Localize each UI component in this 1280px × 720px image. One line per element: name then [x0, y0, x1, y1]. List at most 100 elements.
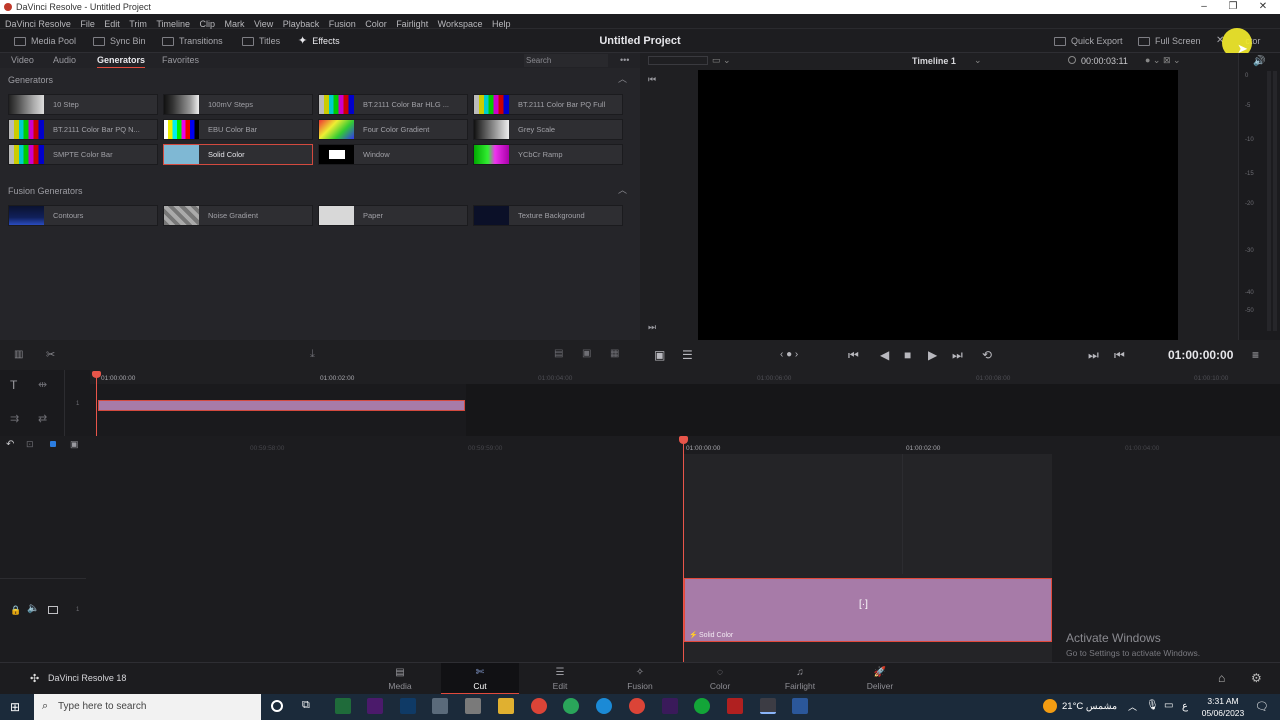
go-to-end-icon[interactable]: ⏭: [1088, 348, 1099, 362]
generator-tile[interactable]: YCbCr Ramp: [473, 144, 623, 165]
snap-icon[interactable]: ↶: [6, 439, 14, 450]
generator-tile[interactable]: EBU Color Bar: [163, 119, 313, 140]
viewer-mode-icons[interactable]: [648, 56, 708, 65]
full-screen-button[interactable]: Full Screen: [1138, 29, 1201, 53]
word-icon[interactable]: [792, 698, 808, 714]
upwork-icon[interactable]: [694, 698, 710, 714]
smart-insert-icon[interactable]: ▤: [554, 348, 563, 359]
lower-playhead[interactable]: [683, 440, 684, 662]
link-icon[interactable]: ⊡: [26, 439, 34, 450]
close-button[interactable]: ✕: [1250, 0, 1276, 14]
fusion-generator-tile[interactable]: Paper: [318, 205, 468, 226]
loop-button[interactable]: ⟲: [982, 348, 992, 362]
page-edit[interactable]: ☰ Edit: [521, 663, 599, 695]
generator-tile[interactable]: Four Color Gradient: [318, 119, 468, 140]
upper-ruler[interactable]: [90, 370, 1280, 384]
language-indicator[interactable]: ع: [1182, 701, 1188, 712]
settings-gear-icon[interactable]: ⚙: [1251, 671, 1262, 685]
options-menu-icon[interactable]: ≡: [1252, 348, 1259, 362]
search-input[interactable]: Search: [524, 54, 608, 67]
taskbar-search-input[interactable]: ⌕ Type here to search: [34, 694, 261, 720]
cortana-icon[interactable]: [271, 700, 283, 712]
insert-icon[interactable]: ⤓: [310, 348, 315, 361]
edge-icon[interactable]: [596, 698, 612, 714]
generator-tile-solid-color[interactable]: Solid Color: [163, 144, 313, 165]
append-icon[interactable]: ▣: [582, 348, 591, 359]
windows-start-icon[interactable]: ⊞: [10, 700, 20, 714]
generator-tile[interactable]: Window: [318, 144, 468, 165]
clock-time[interactable]: 3:31 AM: [1198, 696, 1248, 706]
audition-icon[interactable]: [335, 698, 351, 714]
tab-video[interactable]: Video: [11, 53, 34, 68]
prev-edit-icon[interactable]: ⏮: [648, 74, 656, 85]
upper-playhead[interactable]: [96, 372, 97, 436]
smart-indicator-icon[interactable]: ▥: [14, 349, 23, 360]
effects-button[interactable]: ✦ Effects: [298, 29, 340, 53]
photoshop-icon[interactable]: [400, 698, 416, 714]
app-icon[interactable]: [563, 698, 579, 714]
usb-icon[interactable]: [465, 698, 481, 714]
chrome-profile-icon[interactable]: [629, 698, 645, 714]
generator-tile[interactable]: BT.2111 Color Bar PQ Full: [473, 94, 623, 115]
minimize-button[interactable]: –: [1191, 0, 1217, 14]
davinci-taskbar-icon[interactable]: [760, 698, 776, 714]
video-toggle-icon[interactable]: [48, 606, 58, 614]
fusion-generator-tile[interactable]: Contours: [8, 205, 158, 226]
file-explorer-icon[interactable]: [498, 698, 514, 714]
track-tool-2-icon[interactable]: ⇄: [38, 412, 47, 425]
scissors-icon[interactable]: ✂: [46, 348, 55, 361]
track-tool-icon[interactable]: ⇉: [10, 412, 19, 425]
page-fairlight[interactable]: ♫ Fairlight: [761, 663, 839, 695]
collapse-chevron-icon[interactable]: ︿: [618, 183, 627, 196]
audio-track-icon[interactable]: ▣: [70, 439, 79, 450]
play-button[interactable]: ▶: [928, 348, 937, 362]
skip-forward-button[interactable]: ⏭: [952, 348, 963, 362]
page-cut[interactable]: ✄ Cut: [441, 663, 519, 695]
transitions-button[interactable]: Transitions: [162, 29, 223, 53]
title-tool-icon[interactable]: T: [10, 378, 17, 392]
generator-tile[interactable]: 10 Step: [8, 94, 158, 115]
collapse-chevron-icon[interactable]: ︿: [618, 72, 627, 85]
timeline-dropdown-icon[interactable]: ⌄: [974, 55, 982, 66]
viewer-options-icon[interactable]: ● ⌄ ⊠ ⌄: [1145, 55, 1181, 66]
task-view-icon[interactable]: ⧉: [302, 699, 310, 712]
go-to-start-icon[interactable]: ⏮: [1114, 348, 1125, 362]
premiere-pro-icon[interactable]: [662, 698, 678, 714]
upper-playhead-handle[interactable]: [92, 371, 101, 378]
recorder-icon[interactable]: [727, 698, 743, 714]
calculator-icon[interactable]: [432, 698, 448, 714]
source-viewer-icon[interactable]: ▣: [654, 348, 665, 362]
generator-tile[interactable]: Grey Scale: [473, 119, 623, 140]
skip-back-button[interactable]: ⏮: [848, 348, 859, 362]
solid-color-clip[interactable]: [·] ⚡ Solid Color: [684, 578, 1052, 642]
overview-clip[interactable]: [98, 400, 465, 411]
tab-generators[interactable]: Generators: [97, 53, 146, 68]
play-reverse-button[interactable]: ◀: [880, 348, 889, 362]
weather-text[interactable]: 21°C مشمس: [1062, 701, 1117, 712]
settings-sliders-icon[interactable]: ☰: [682, 348, 693, 362]
microphone-icon[interactable]: 🎙: [1146, 700, 1159, 711]
weather-sun-icon[interactable]: [1043, 699, 1057, 713]
chrome-icon[interactable]: [531, 698, 547, 714]
trim-tool-icon[interactable]: ⇹: [38, 378, 47, 391]
lower-playhead-handle[interactable]: [679, 436, 688, 444]
media-pool-button[interactable]: Media Pool: [14, 29, 76, 53]
clock-date[interactable]: 05/06/2023: [1198, 708, 1248, 718]
sync-bin-button[interactable]: Sync Bin: [93, 29, 146, 53]
lock-icon[interactable]: 🔒: [10, 605, 21, 616]
fusion-generator-tile[interactable]: Noise Gradient: [163, 205, 313, 226]
generator-tile[interactable]: BT.2111 Color Bar HLG ...: [318, 94, 468, 115]
more-options-button[interactable]: •••: [620, 53, 629, 68]
home-icon[interactable]: ⌂: [1218, 671, 1225, 685]
generator-tile[interactable]: BT.2111 Color Bar PQ N...: [8, 119, 158, 140]
network-icon[interactable]: ▭: [1164, 700, 1173, 711]
jog-control[interactable]: ‹ ● ›: [780, 348, 798, 362]
page-deliver[interactable]: 🚀 Deliver: [841, 663, 919, 695]
titles-button[interactable]: Titles: [242, 29, 280, 53]
audio-toggle-icon[interactable]: 🔈: [27, 603, 39, 614]
generator-tile[interactable]: SMPTE Color Bar: [8, 144, 158, 165]
ripple-overwrite-icon[interactable]: ▦: [610, 348, 619, 359]
viewer-layout-icon[interactable]: ▭ ⌄: [712, 55, 731, 66]
premiere-icon[interactable]: [367, 698, 383, 714]
page-media[interactable]: ▤ Media: [361, 663, 439, 695]
